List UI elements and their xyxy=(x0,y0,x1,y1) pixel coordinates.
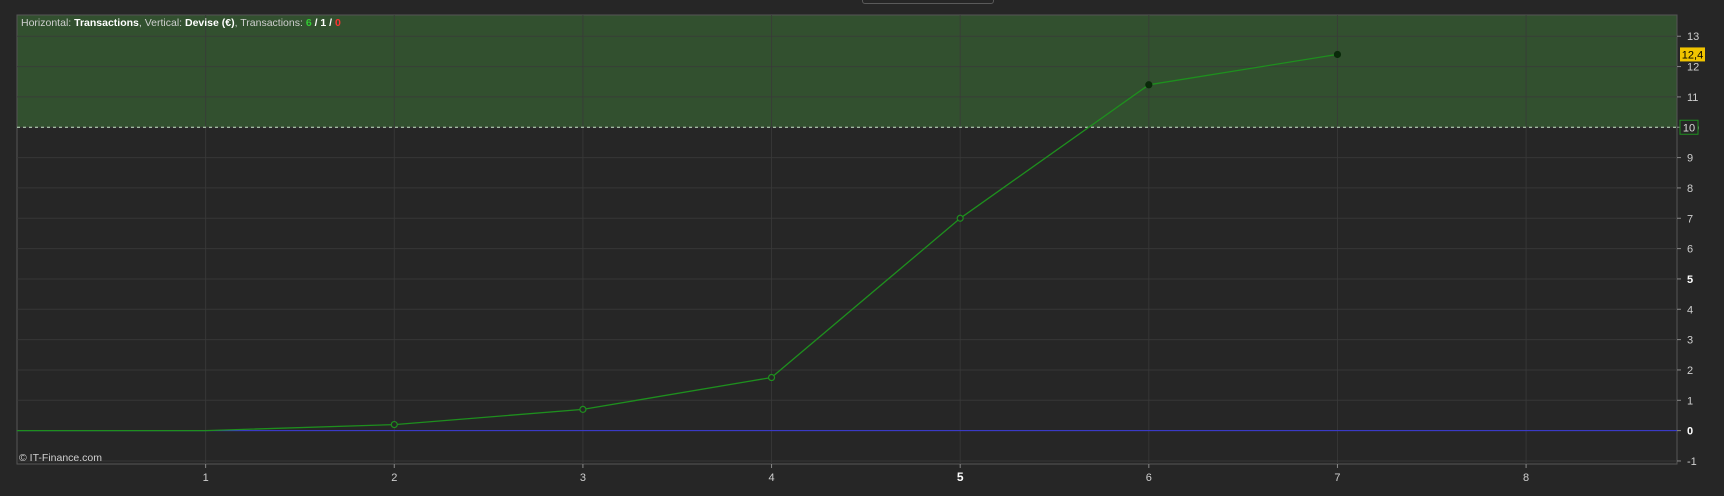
vertical-axis-name: Devise (€) xyxy=(185,17,235,29)
transactions-count-red: 0 xyxy=(335,17,341,29)
y-tick-label: -1 xyxy=(1687,456,1697,468)
data-point xyxy=(390,420,398,429)
x-tick-label: 6 xyxy=(1146,472,1152,484)
chart: -1012345678910111213 12345678 10 12,4 xyxy=(16,14,1705,484)
copyright-notice: © IT-Finance.com xyxy=(19,452,103,464)
chart-header: Horizontal: Transactions, Vertical: Devi… xyxy=(21,17,341,29)
y-tick-label: 11 xyxy=(1687,92,1698,104)
data-point xyxy=(956,214,964,222)
target-label-text: 10 xyxy=(1683,122,1695,134)
x-tick-label: 3 xyxy=(580,472,586,484)
y-tick-label: 6 xyxy=(1687,244,1693,256)
y-tick-labels: -1012345678910111213 xyxy=(1677,31,1699,468)
data-point xyxy=(1145,81,1153,89)
header-separator: / xyxy=(326,17,336,29)
y-tick-label: 3 xyxy=(1687,335,1693,347)
target-label: 10 xyxy=(1679,119,1699,135)
last-value-badge: 12,4 xyxy=(1680,47,1705,62)
x-tick-label: 5 xyxy=(957,470,964,484)
y-tick-label: 2 xyxy=(1687,365,1693,377)
x-tick-label: 7 xyxy=(1334,472,1340,484)
x-tick-label: 2 xyxy=(391,472,397,484)
x-tick-labels: 1 2 3 4 5 6 7 8 xyxy=(203,464,1529,484)
data-point xyxy=(579,405,587,413)
y-tick-label: 0 xyxy=(1687,426,1693,438)
y-tick-label: 9 xyxy=(1687,153,1693,165)
y-tick-label: 1 xyxy=(1687,395,1693,407)
last-value-text: 12,4 xyxy=(1682,49,1703,61)
x-tick-label: 1 xyxy=(203,472,209,484)
x-tick-label: 4 xyxy=(768,472,774,484)
y-tick-label: 8 xyxy=(1687,183,1693,195)
y-tick-label: 4 xyxy=(1687,304,1693,316)
header-prefix-transactions: , Transactions: xyxy=(234,17,306,29)
y-tick-label: 5 xyxy=(1687,274,1693,286)
x-tick-label: 8 xyxy=(1523,472,1529,484)
horizontal-axis-name: Transactions xyxy=(74,17,139,29)
header-prefix-vertical: , Vertical: xyxy=(138,17,185,29)
header-prefix-horizontal: Horizontal: xyxy=(21,17,75,29)
data-point xyxy=(767,373,776,382)
y-tick-label: 13 xyxy=(1687,31,1699,43)
data-point xyxy=(1333,50,1342,59)
y-tick-label: 7 xyxy=(1687,213,1693,225)
y-tick-label: 12 xyxy=(1687,62,1699,74)
target-zone xyxy=(17,15,1677,128)
